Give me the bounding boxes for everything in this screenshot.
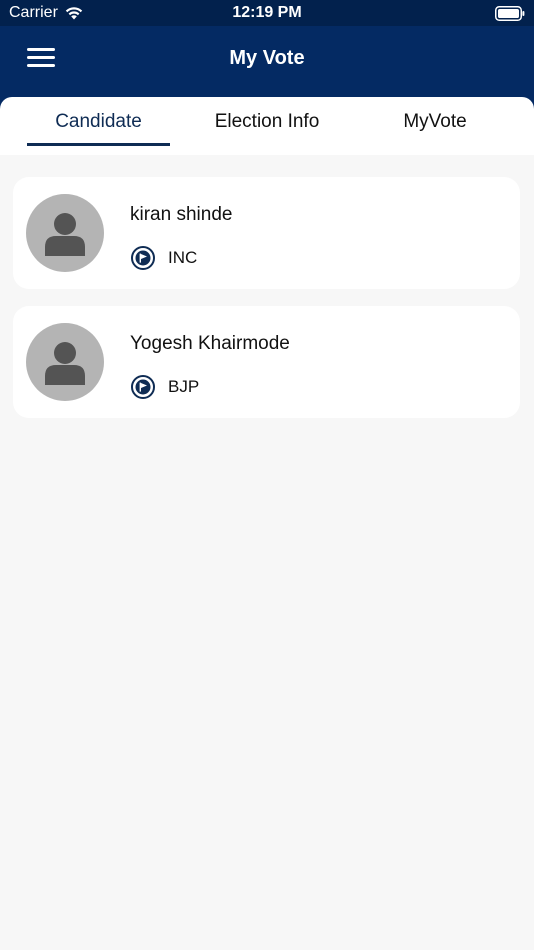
- tab-election-info[interactable]: Election Info: [190, 97, 344, 147]
- party-name: INC: [168, 248, 198, 267]
- nav-bar: My Vote: [0, 26, 534, 96]
- avatar: [26, 323, 104, 401]
- tab-candidate[interactable]: Candidate: [27, 97, 170, 147]
- candidate-card[interactable]: kiran shinde INC: [13, 177, 520, 289]
- avatar: [26, 194, 104, 272]
- person-icon: [45, 213, 85, 256]
- party-info: BJP: [130, 374, 199, 400]
- status-bar: Carrier 12:19 PM: [0, 0, 534, 26]
- candidate-card[interactable]: Yogesh Khairmode BJP: [13, 306, 520, 418]
- party-name: BJP: [168, 377, 200, 396]
- header: Carrier 12:19 PM My Vote: [0, 0, 534, 112]
- candidate-name: kiran shinde: [130, 204, 233, 225]
- page-title: My Vote: [229, 47, 305, 69]
- status-time: 12:19 PM: [232, 4, 302, 21]
- party-info: INC: [130, 245, 197, 271]
- screen: Carrier 12:19 PM My Vote Candidate Elect…: [0, 0, 534, 950]
- flag-icon: [131, 246, 155, 270]
- tab-bar: Candidate Election Info MyVote: [0, 97, 534, 155]
- battery-icon: [495, 6, 525, 21]
- person-icon: [45, 342, 85, 385]
- tab-active-indicator: [27, 143, 170, 146]
- tab-myvote[interactable]: MyVote: [366, 97, 504, 147]
- flag-icon: [131, 375, 155, 399]
- candidate-name: Yogesh Khairmode: [130, 333, 290, 354]
